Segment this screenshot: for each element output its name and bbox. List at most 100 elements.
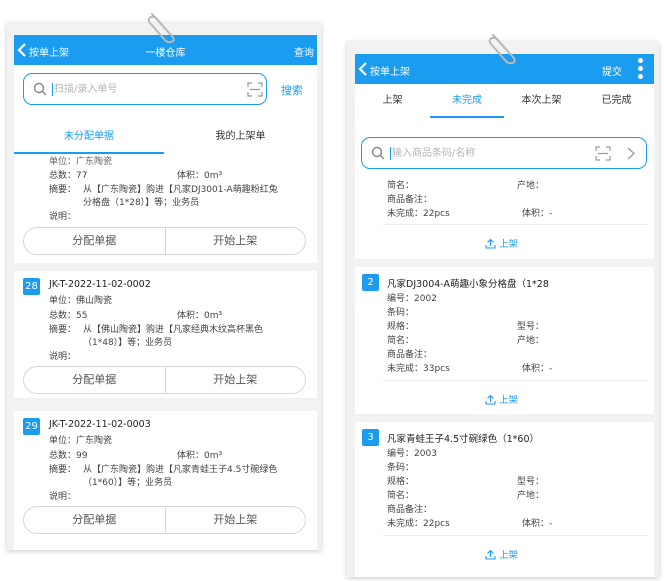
goods-search-input[interactable] bbox=[392, 145, 572, 162]
goods-note-label: 商品备注： bbox=[387, 350, 433, 360]
search-button[interactable]: 搜索 bbox=[281, 82, 303, 98]
origin-label: 产地： bbox=[517, 491, 545, 501]
tab-my-orders[interactable]: 我的上架单 bbox=[164, 120, 317, 154]
start-shelving-button[interactable]: 开始上架 bbox=[164, 367, 306, 393]
tab-bar: 未分配单据 我的上架单 bbox=[14, 120, 317, 154]
code-row: 编号：2003 bbox=[387, 446, 437, 459]
start-shelving-button[interactable]: 开始上架 bbox=[164, 507, 306, 533]
assign-button[interactable]: 分配单据 bbox=[24, 228, 165, 254]
goods-name: 凡家青蛙王子4.5寸碗绿色（1*60） bbox=[387, 434, 539, 445]
volume-label: 体积： bbox=[522, 519, 550, 529]
query-button[interactable]: 查询 bbox=[294, 44, 314, 59]
order-card: 28 JK-T-2022-11-02-0002 单位：佛山陶瓷 总数：55 体积… bbox=[14, 271, 317, 398]
unit-label: 单位： bbox=[49, 296, 77, 306]
search-area: 搜索 未分配单据 我的上架单 bbox=[14, 65, 317, 156]
volume-value: - bbox=[549, 364, 553, 374]
search-box[interactable] bbox=[361, 137, 647, 169]
unit-label: 单位： bbox=[49, 436, 77, 446]
total-label: 总数： bbox=[49, 451, 77, 461]
model-label: 型号： bbox=[517, 477, 545, 487]
volume-label: 体积： bbox=[177, 171, 205, 181]
volume-value: - bbox=[549, 519, 553, 529]
goods-name: 凡家DJ3004-A萌趣小象分格盘（1*28 bbox=[387, 279, 549, 290]
paperclip-icon bbox=[488, 34, 516, 65]
unfinished-row: 未完成：22pcs bbox=[387, 206, 450, 219]
tab-this-time[interactable]: 本次上架 bbox=[504, 84, 579, 118]
assign-button[interactable]: 分配单据 bbox=[24, 507, 165, 533]
volume-label: 体积： bbox=[177, 451, 205, 461]
index-badge: 29 bbox=[23, 418, 40, 435]
unfinished-row: 未完成：33pcs bbox=[387, 361, 450, 374]
volume-label: 体积： bbox=[522, 209, 550, 219]
summary-label: 摘要： bbox=[49, 185, 77, 195]
unit-value: 佛山陶瓷 bbox=[76, 296, 113, 306]
shelve-label: 上架 bbox=[499, 395, 519, 406]
goods-item: 简名： 产地： 商品备注： 未完成：22pcs 体积：- 上架 bbox=[355, 174, 654, 259]
order-code: JK-T-2022-11-02-0003 bbox=[49, 419, 151, 430]
short-name-label: 简名： bbox=[387, 491, 415, 501]
summary-line-2: （1*60）】等；业务员 bbox=[83, 478, 173, 488]
volume-row: 体积：0m³ bbox=[177, 308, 222, 321]
code-value: 2002 bbox=[414, 294, 437, 304]
total-row: 总数：99 bbox=[49, 448, 87, 461]
scan-icon[interactable] bbox=[247, 82, 263, 97]
total-value: 77 bbox=[76, 171, 88, 181]
assign-button[interactable]: 分配单据 bbox=[24, 367, 165, 393]
order-search-input[interactable] bbox=[54, 81, 234, 98]
summary-line-1: 从【佛山陶瓷】购进【凡家经典木纹高杯黑色 bbox=[83, 325, 264, 335]
short-name-label: 简名： bbox=[387, 181, 415, 191]
tab-unfinished[interactable]: 未完成 bbox=[430, 84, 504, 118]
divider bbox=[383, 224, 648, 225]
volume-label: 体积： bbox=[177, 311, 205, 321]
text-cursor bbox=[390, 147, 391, 160]
index-badge: 3 bbox=[362, 429, 379, 446]
page-title: 一楼仓库 bbox=[145, 48, 186, 59]
volume-value: - bbox=[549, 209, 553, 219]
tab-unassigned[interactable]: 未分配单据 bbox=[14, 120, 164, 154]
start-shelving-button[interactable]: 开始上架 bbox=[164, 228, 306, 254]
chevron-right-icon[interactable] bbox=[626, 146, 636, 161]
volume-row: 体积：- bbox=[522, 206, 552, 219]
text-cursor bbox=[52, 83, 53, 96]
barcode-label: 条码： bbox=[387, 308, 415, 318]
volume-value: 0m³ bbox=[204, 311, 223, 321]
submit-button[interactable]: 提交 bbox=[602, 63, 622, 78]
spec-label: 规格： bbox=[387, 322, 415, 332]
search-box[interactable] bbox=[23, 73, 267, 105]
tab-shelve[interactable]: 上架 bbox=[355, 84, 430, 118]
shelve-label: 上架 bbox=[499, 239, 519, 250]
unfinished-value: 22pcs bbox=[423, 209, 450, 219]
shelve-link[interactable]: 上架 bbox=[485, 236, 518, 250]
unfinished-label: 未完成： bbox=[387, 209, 424, 219]
shelve-link[interactable]: 上架 bbox=[485, 392, 518, 406]
paperclip-icon bbox=[147, 13, 175, 44]
back-arrow-icon[interactable] bbox=[357, 61, 369, 77]
total-row: 总数：55 bbox=[49, 308, 87, 321]
summary-label: 摘要： bbox=[49, 325, 77, 335]
volume-row: 体积：- bbox=[522, 361, 552, 374]
upload-icon bbox=[485, 238, 496, 249]
goods-item: 3 凡家青蛙王子4.5寸碗绿色（1*60） 编号：2003 条码： 规格： 型号… bbox=[355, 422, 654, 577]
unfinished-value: 33pcs bbox=[423, 364, 450, 374]
shelve-link[interactable]: 上架 bbox=[485, 547, 518, 561]
unit-row: 单位：广东陶瓷 bbox=[49, 433, 112, 446]
search-icon bbox=[33, 82, 47, 96]
code-value: 2003 bbox=[414, 449, 437, 459]
goods-note-label: 商品备注： bbox=[387, 195, 433, 205]
shelve-label: 上架 bbox=[499, 550, 519, 561]
note-label: 说明： bbox=[49, 212, 77, 222]
index-badge: 28 bbox=[23, 278, 40, 295]
volume-label: 体积： bbox=[522, 364, 550, 374]
code-label: 编号： bbox=[387, 449, 415, 459]
tab-completed[interactable]: 已完成 bbox=[579, 84, 654, 118]
unfinished-value: 22pcs bbox=[423, 519, 450, 529]
volume-row: 体积：0m³ bbox=[177, 168, 222, 181]
total-label: 总数： bbox=[49, 311, 77, 321]
card-actions: 分配单据 开始上架 bbox=[23, 227, 306, 255]
back-button[interactable]: 按单上架 bbox=[370, 63, 410, 78]
origin-label: 产地： bbox=[517, 336, 545, 346]
more-vertical-icon[interactable] bbox=[638, 58, 644, 80]
goods-item: 2 凡家DJ3004-A萌趣小象分格盘（1*28 编号：2002 条码： 规格：… bbox=[355, 267, 654, 414]
scan-icon[interactable] bbox=[595, 146, 611, 161]
card-actions: 分配单据 开始上架 bbox=[23, 506, 306, 534]
